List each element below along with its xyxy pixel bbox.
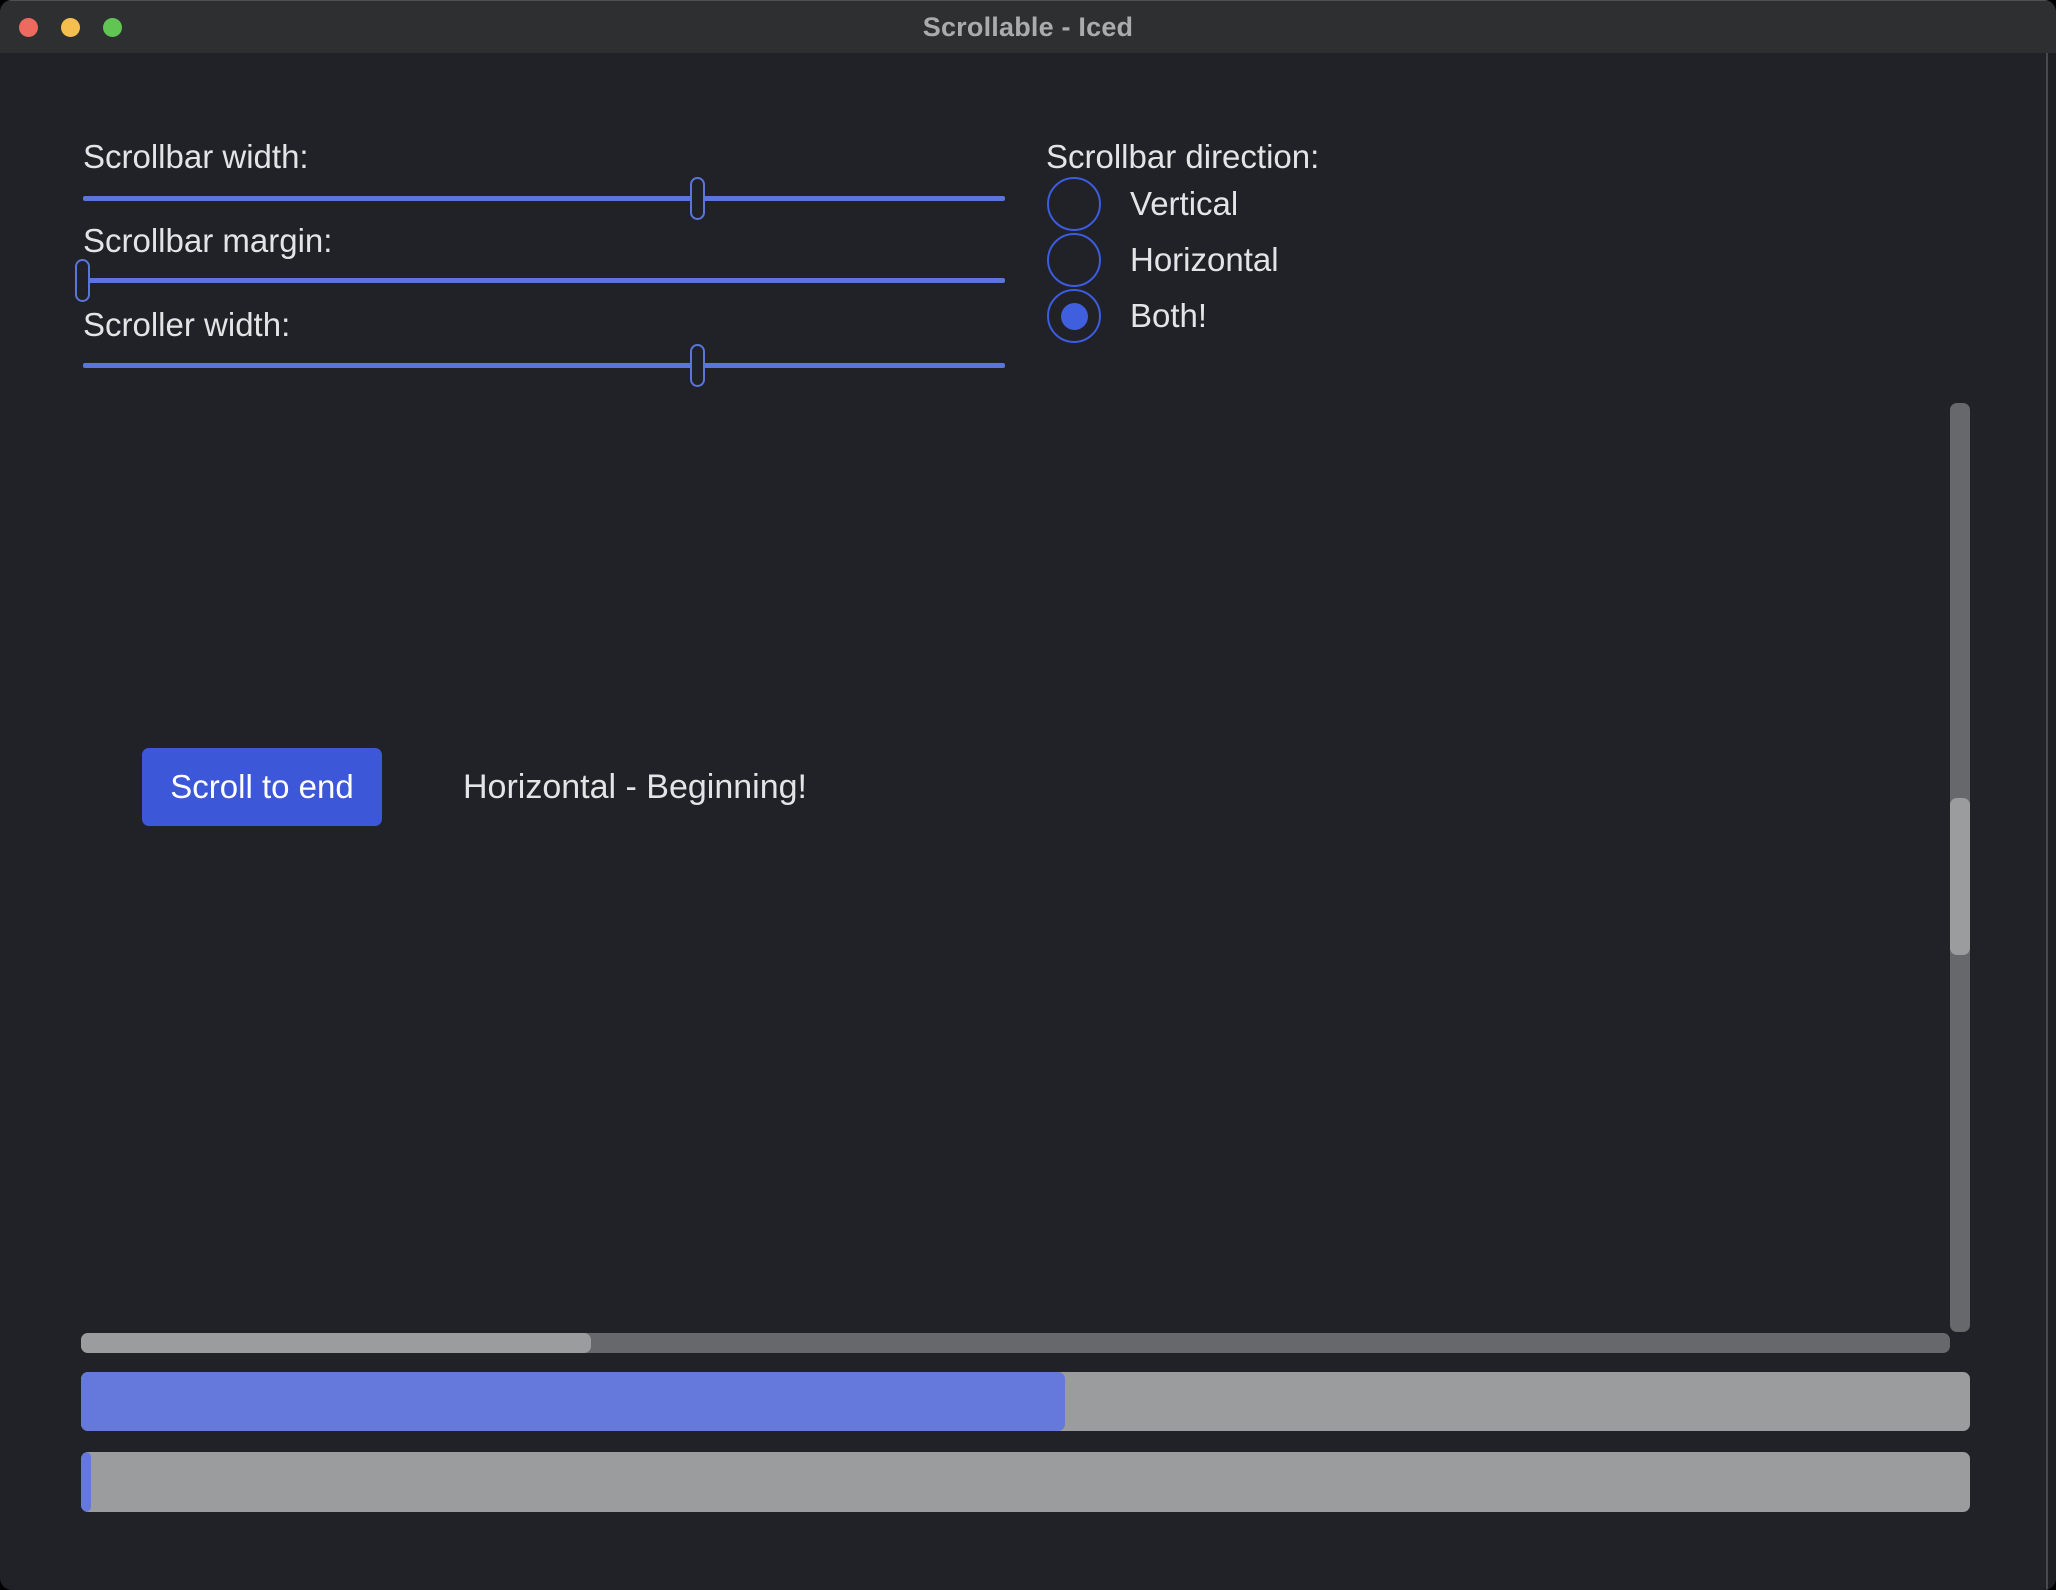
radio-selected-dot bbox=[1061, 303, 1088, 330]
horizontal-scrollbar-track[interactable] bbox=[81, 1333, 1950, 1353]
minimize-button-icon[interactable] bbox=[61, 18, 80, 37]
window-title: Scrollable - Iced bbox=[923, 12, 1133, 43]
scroller-width-label: Scroller width: bbox=[83, 305, 290, 345]
window-right-edge-gutter bbox=[2048, 53, 2056, 1590]
horizontal-progress-fill bbox=[81, 1372, 1065, 1431]
scroller-width-slider[interactable] bbox=[83, 363, 1005, 368]
vertical-scrollbar-thumb[interactable] bbox=[1950, 798, 1970, 955]
vertical-progress-bar bbox=[81, 1452, 1970, 1512]
scrollbar-width-label: Scrollbar width: bbox=[83, 137, 309, 177]
vertical-progress-fill bbox=[81, 1452, 91, 1512]
scroll-to-end-button[interactable]: Scroll to end bbox=[142, 748, 382, 826]
vertical-scrollbar-track[interactable] bbox=[1950, 403, 1970, 1332]
scrollbar-width-slider-handle[interactable] bbox=[690, 177, 705, 220]
titlebar[interactable]: Scrollable - Iced bbox=[0, 0, 2056, 53]
close-button-icon[interactable] bbox=[19, 18, 38, 37]
radio-vertical-icon[interactable] bbox=[1047, 177, 1101, 231]
traffic-lights bbox=[0, 1, 122, 54]
scrollbar-width-slider[interactable] bbox=[83, 196, 1005, 201]
app-window: Scrollable - Iced Scrollbar width: Scrol… bbox=[0, 0, 2056, 1590]
radio-both-label[interactable]: Both! bbox=[1130, 296, 1207, 336]
scrollbar-margin-slider-handle[interactable] bbox=[75, 259, 90, 302]
scrollbar-margin-label: Scrollbar margin: bbox=[83, 221, 332, 261]
scroll-status-text: Horizontal - Beginning! bbox=[463, 767, 807, 807]
zoom-button-icon[interactable] bbox=[103, 18, 122, 37]
scrollbar-margin-slider[interactable] bbox=[83, 278, 1005, 283]
radio-both-icon[interactable] bbox=[1047, 289, 1101, 343]
scroller-width-slider-handle[interactable] bbox=[690, 344, 705, 387]
horizontal-scrollbar-thumb[interactable] bbox=[81, 1333, 591, 1353]
radio-horizontal-icon[interactable] bbox=[1047, 233, 1101, 287]
horizontal-progress-bar bbox=[81, 1372, 1970, 1431]
radio-vertical-label[interactable]: Vertical bbox=[1130, 184, 1238, 224]
radio-horizontal-label[interactable]: Horizontal bbox=[1130, 240, 1279, 280]
scrollbar-direction-label: Scrollbar direction: bbox=[1046, 137, 1319, 177]
